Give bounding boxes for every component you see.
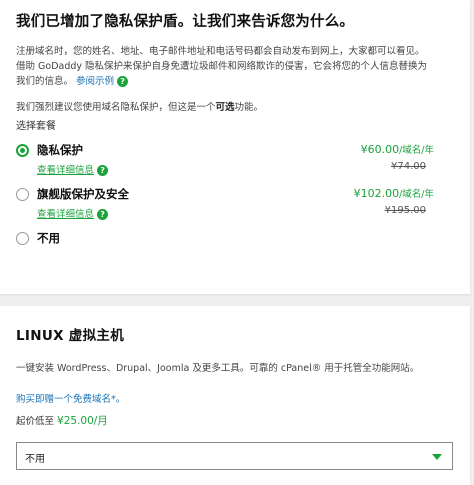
radio-privacy[interactable] bbox=[16, 144, 29, 157]
hosting-title: LINUX 虚拟主机 bbox=[16, 328, 124, 344]
free-domain-link[interactable]: 购买即赠一个免费域名*。 bbox=[16, 391, 454, 405]
starting-price: 起价低至 ¥25.00/月 bbox=[16, 415, 108, 427]
option-price: ¥102.00/域名/年 bbox=[353, 187, 434, 200]
example-link[interactable]: 参阅示例 bbox=[76, 76, 114, 87]
intro-line-1: 注册域名时，您的姓名、地址、电子邮件地址和电话号码都会自动发布到网上，大家都可以… bbox=[16, 46, 425, 57]
option-old-price: ¥195.00 bbox=[384, 205, 426, 216]
help-icon[interactable]: ? bbox=[97, 165, 109, 176]
privacy-card: 我们已增加了隐私保护盾。让我们来告诉您为什么。 注册域名时，您的姓名、地址、电子… bbox=[0, 0, 470, 294]
details-link[interactable]: 查看详细信息? bbox=[37, 206, 109, 220]
help-icon[interactable]: ? bbox=[117, 76, 129, 87]
suggestion-text: 我们强烈建议您使用域名隐私保护，但这是一个可选功能。 bbox=[16, 102, 264, 113]
privacy-title: 我们已增加了隐私保护盾。让我们来告诉您为什么。 bbox=[16, 14, 355, 30]
option-privacy[interactable]: 隐私保护 查看详细信息? ¥60.00/域名/年 ¥74.00 bbox=[16, 141, 454, 185]
intro-line-3: 我们的信息。 bbox=[16, 76, 74, 87]
option-label: 旗舰版保护及安全 bbox=[37, 187, 129, 201]
hosting-select[interactable]: 不用 bbox=[16, 442, 453, 470]
chevron-down-icon bbox=[432, 454, 442, 460]
radio-premium[interactable] bbox=[16, 188, 29, 201]
option-label: 隐私保护 bbox=[37, 143, 83, 157]
option-label: 不用 bbox=[37, 231, 60, 245]
radio-none[interactable] bbox=[16, 232, 29, 245]
help-icon[interactable]: ? bbox=[97, 209, 109, 220]
option-price: ¥60.00/域名/年 bbox=[360, 143, 434, 156]
privacy-intro: 注册域名时，您的姓名、地址、电子邮件地址和电话号码都会自动发布到网上，大家都可以… bbox=[16, 44, 454, 89]
price-value: ¥25.00/月 bbox=[57, 415, 108, 427]
hosting-card: LINUX 虚拟主机 一键安装 WordPress、Drupal、Joomla … bbox=[0, 306, 470, 485]
intro-line-2: 借助 GoDaddy 隐私保护来保护自身免遭垃圾邮件和网络欺诈的侵害，它会将您的… bbox=[16, 61, 428, 72]
hosting-description: 一键安装 WordPress、Drupal、Joomla 及更多工具。可靠的 c… bbox=[16, 363, 420, 374]
details-link[interactable]: 查看详细信息? bbox=[37, 162, 109, 176]
choose-plan-label: 选择套餐 bbox=[16, 121, 56, 132]
option-none[interactable]: 不用 bbox=[16, 229, 454, 253]
option-premium[interactable]: 旗舰版保护及安全 查看详细信息? ¥102.00/域名/年 ¥195.00 bbox=[16, 185, 454, 229]
select-value: 不用 bbox=[25, 454, 45, 465]
option-old-price: ¥74.00 bbox=[391, 161, 426, 172]
